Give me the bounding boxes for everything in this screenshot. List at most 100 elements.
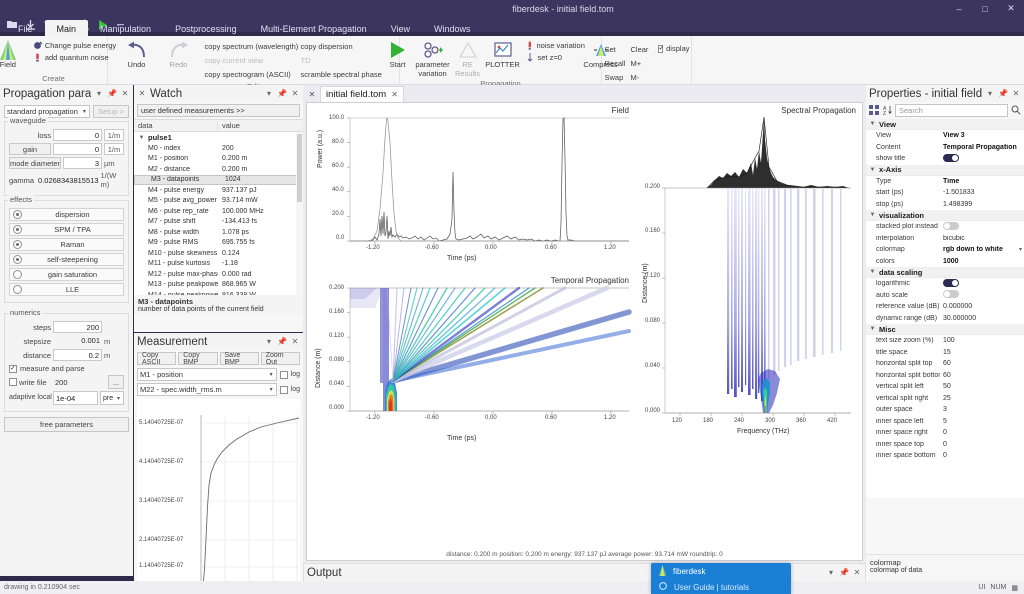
property-value[interactable]: 1000 — [940, 258, 1024, 265]
pin-icon[interactable]: 📌 — [998, 88, 1008, 100]
watch-row[interactable]: M4 - pulse energy 937.137 pJ — [134, 185, 303, 196]
properties-group-view[interactable]: ▼ View — [866, 119, 1024, 130]
chevron-down-icon[interactable]: ▼ — [869, 121, 876, 127]
ribbon-tab-file[interactable]: File — [6, 20, 45, 37]
effect-gain-saturation[interactable]: gain saturation — [9, 268, 124, 281]
watch-group-pulse1[interactable]: ▼ pulse1 — [134, 132, 303, 143]
copy-spectrogram-ascii-button[interactable]: copy spectrogram (ASCII) — [202, 68, 294, 81]
watch-row[interactable]: M8 - pulse width 1.078 ps — [134, 227, 303, 238]
close-button[interactable]: ✕ — [998, 0, 1024, 17]
properties-group-x-axis[interactable]: ▼ x-Axis — [866, 164, 1024, 176]
taskbar-popup-app[interactable]: fiberdesk — [651, 563, 791, 580]
maximize-button[interactable]: □ — [972, 0, 998, 17]
properties-group-misc[interactable]: ▼ Misc — [866, 324, 1024, 335]
change-pulse-energy-button[interactable]: Change pulse energy — [31, 40, 118, 51]
watch-col-data[interactable]: data — [134, 121, 218, 130]
free-parameters-button[interactable]: free parameters — [4, 417, 129, 432]
check-icon[interactable] — [9, 378, 17, 386]
chevron-down-icon[interactable]: ▼ — [869, 269, 876, 275]
parameter-variation-button[interactable]: parameter variation — [415, 38, 450, 78]
close-icon[interactable]: ✕ — [120, 88, 130, 100]
property-value[interactable]: 25 — [940, 395, 1024, 402]
taskbar-popup[interactable]: fiberdesk User Guide | tutorials — [651, 563, 791, 594]
undo-button[interactable]: Undo — [118, 38, 156, 70]
temporal-propagation-plot[interactable]: Temporal Propagation Distance (m) Time (… — [307, 273, 637, 453]
property-value[interactable]: 60 — [940, 372, 1024, 379]
property-row-type[interactable]: Type Time — [866, 176, 1024, 188]
watch-row[interactable]: M13 - pulse peakpower1 868.965 W — [134, 280, 303, 291]
watch-row[interactable]: M6 - pulse rep_rate 100.000 MHz — [134, 206, 303, 217]
redo-button[interactable]: Redo — [160, 38, 198, 70]
noise-variation-button[interactable]: noise variation — [524, 40, 585, 51]
ribbon-tab-manipulation[interactable]: Manipulation — [88, 20, 163, 37]
property-row-vertical-split-left[interactable]: vertical split left 50 — [866, 381, 1024, 393]
close-icon[interactable]: ✕ — [1011, 88, 1021, 100]
chevron-down-icon[interactable]: ▼ — [138, 135, 145, 141]
property-row-start-ps[interactable]: start (ps) -1.501833 — [866, 187, 1024, 199]
memory-recall-button[interactable]: Recall — [602, 57, 626, 70]
radio-icon[interactable] — [13, 210, 22, 219]
sort-alphabetical-icon[interactable]: AZ — [883, 105, 892, 117]
properties-group-visualization[interactable]: ▼ visualization — [866, 210, 1024, 221]
effect-spm-tpa[interactable]: SPM / TPA — [9, 223, 124, 236]
property-row-inner-space-right[interactable]: inner space right 0 — [866, 427, 1024, 439]
watch-row[interactable]: M2 - distance 0.200 m — [134, 164, 303, 175]
start-propagation-button[interactable]: Start — [384, 38, 412, 70]
save-bmp-button[interactable]: Save BMP — [219, 352, 259, 366]
watch-row[interactable]: M0 - index 200 — [134, 143, 303, 154]
measurement-chart[interactable]: 5.14040725E-07 4.14040725E-07 3.14040725… — [137, 399, 300, 594]
property-row-colors[interactable]: colors 1000 — [866, 256, 1024, 268]
memory-plus-button[interactable]: M+ — [628, 57, 652, 70]
effect-dispersion[interactable]: dispersion — [9, 208, 124, 221]
field-plot[interactable]: Field Power (a.u.) Time (ps) 100.0 80.0 … — [307, 103, 637, 273]
check-icon[interactable] — [279, 385, 288, 394]
set-z-zero-button[interactable]: set z=0 — [524, 52, 580, 63]
chevron-down-icon[interactable]: ▾ — [264, 88, 274, 100]
watch-row-selected[interactable]: M3 - datapoints 1024 — [134, 174, 303, 185]
property-row-stacked-plot[interactable]: stacked plot instead map — [866, 221, 1024, 233]
minimize-button[interactable]: – — [946, 0, 972, 17]
property-value[interactable]: 60 — [940, 360, 1024, 367]
property-row-content[interactable]: Content Temporal Propagation — [866, 142, 1024, 154]
spectral-propagation-plot[interactable]: Spectral Propagation Distance (m) Freque… — [637, 103, 864, 448]
close-icon[interactable]: ✕ — [852, 567, 862, 579]
effect-self-steepening[interactable]: self-steepening — [9, 253, 124, 266]
chevron-down-icon[interactable]: ▾ — [826, 567, 836, 579]
memory-clear-button[interactable]: Clear — [628, 43, 652, 56]
close-icon[interactable]: ✕ — [290, 336, 300, 348]
property-value[interactable]: bicubic — [940, 235, 1024, 242]
close-all-tabs-button[interactable]: ✕ — [305, 87, 319, 102]
copy-ascii-button[interactable]: Copy ASCII — [137, 352, 177, 366]
categorized-view-icon[interactable] — [869, 104, 880, 117]
property-row-inner-space-bottom[interactable]: inner space bottom 0 — [866, 450, 1024, 462]
chevron-down-icon[interactable]: ▾ — [1017, 246, 1024, 253]
property-value[interactable]: 1.498399 — [940, 201, 1024, 208]
copy-bmp-button[interactable]: Copy BMP — [178, 352, 218, 366]
chevron-down-icon[interactable]: ▼ — [869, 212, 876, 218]
write-file-browse-button[interactable]: ... — [108, 375, 124, 389]
taskbar-popup-subitem[interactable]: User Guide | tutorials — [651, 580, 791, 594]
properties-search-input[interactable]: Search — [895, 104, 1008, 117]
memory-swap-button[interactable]: Swap — [602, 71, 624, 84]
property-row-auto-scale[interactable]: auto scale — [866, 290, 1024, 302]
logarithmic-toggle[interactable] — [943, 278, 959, 287]
property-row-interpolation[interactable]: interpolation bicubic — [866, 233, 1024, 245]
chevron-down-icon[interactable]: ▾ — [94, 88, 104, 100]
stacked-plot-toggle[interactable] — [943, 221, 959, 230]
ribbon-tab-view[interactable]: View — [379, 20, 422, 37]
search-icon[interactable] — [1011, 105, 1021, 117]
measurement-y-select[interactable]: M22 - spec.width_rms.m ▾ — [137, 383, 277, 396]
document-tab-initial-field[interactable]: initial field.tom ✕ — [320, 86, 404, 102]
property-row-text-size-zoom[interactable]: text size zoom (%) 100 — [866, 335, 1024, 347]
property-value[interactable]: -1.501833 — [940, 189, 1024, 196]
measurement-x-select[interactable]: M1 - position ▾ — [137, 368, 277, 381]
mode-diameter-label-button[interactable]: mode diameter — [9, 157, 61, 169]
loss-input[interactable]: 0 — [53, 129, 102, 141]
steps-input[interactable]: 200 — [53, 321, 102, 333]
loss-unit[interactable]: 1/m — [104, 129, 124, 141]
pin-icon[interactable]: 📌 — [277, 88, 287, 100]
memory-set-button[interactable]: Set — [602, 43, 624, 56]
copy-td-button[interactable]: TD — [298, 54, 390, 67]
watch-row[interactable]: M12 - pulse max-phase 0.000 rad — [134, 269, 303, 280]
show-title-toggle[interactable] — [943, 153, 959, 162]
